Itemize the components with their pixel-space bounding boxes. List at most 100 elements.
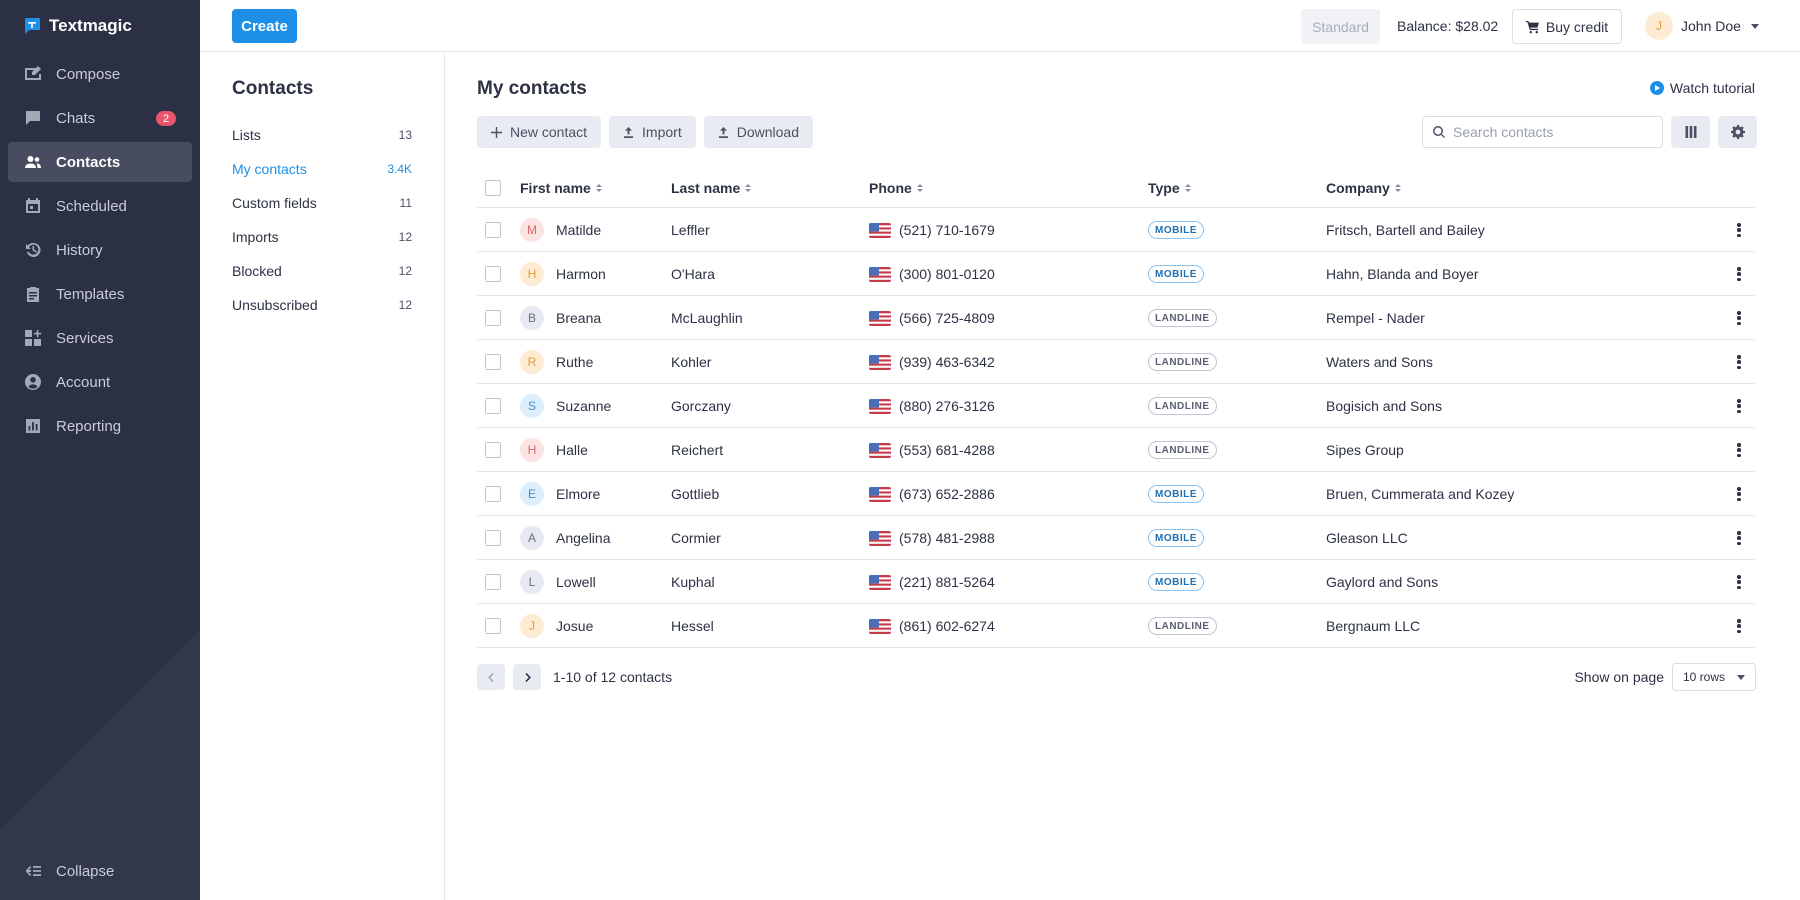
search-box[interactable] — [1422, 116, 1663, 148]
new-contact-label: New contact — [510, 124, 588, 140]
column-header-label: Company — [1326, 180, 1390, 196]
table-row[interactable]: H Harmon O'Hara (300) 801-0120 MOBILE Hahn, B… — [477, 252, 1755, 296]
row-checkbox[interactable] — [485, 530, 501, 546]
create-button[interactable]: Create — [232, 9, 297, 43]
sidebar-item-scheduled[interactable]: Scheduled — [8, 186, 192, 226]
avatar: S — [520, 394, 544, 418]
prev-page-button[interactable] — [477, 664, 505, 690]
subnav-item-imports[interactable]: Imports 12 — [232, 220, 412, 254]
row-checkbox[interactable] — [485, 310, 501, 326]
row-checkbox[interactable] — [485, 266, 501, 282]
phone-cell: (221) 881-5264 — [869, 560, 995, 604]
row-checkbox[interactable] — [485, 222, 501, 238]
phone-number: (861) 602-6274 — [899, 618, 995, 634]
table-body: M Matilde Leffler (521) 710-1679 MOBILE Frits… — [477, 208, 1755, 648]
table-row[interactable]: L Lowell Kuphal (221) 881-5264 MOBILE Gaylord… — [477, 560, 1755, 604]
more-actions-icon[interactable] — [1737, 619, 1741, 633]
subnav-item-unsubscribed[interactable]: Unsubscribed 12 — [232, 288, 412, 322]
type-cell: MOBILE — [1148, 560, 1204, 604]
settings-button[interactable] — [1718, 116, 1757, 148]
column-header-company[interactable]: Company — [1326, 168, 1401, 208]
more-actions-icon[interactable] — [1737, 443, 1741, 457]
first-name-cell: H Halle — [520, 428, 588, 472]
sidebar-item-reporting[interactable]: Reporting — [8, 406, 192, 446]
phone-number: (578) 481-2988 — [899, 530, 995, 546]
subnav-item-my-contacts[interactable]: My contacts 3.4K — [232, 152, 412, 186]
table-row[interactable]: A Angelina Cormier (578) 481-2988 MOBILE Glea… — [477, 516, 1755, 560]
select-all-checkbox[interactable] — [485, 180, 501, 196]
sidebar-item-history[interactable]: History — [8, 230, 192, 270]
more-actions-icon[interactable] — [1737, 399, 1741, 413]
sidebar-item-templates[interactable]: Templates — [8, 274, 192, 314]
last-name-cell: Reichert — [671, 442, 724, 458]
sidebar-item-label: Reporting — [56, 417, 122, 435]
textmagic-logo-icon — [25, 18, 40, 34]
sidebar-item-account[interactable]: Account — [8, 362, 192, 402]
table-row[interactable]: B Breana McLaughlin (566) 725-4809 LANDLINE R… — [477, 296, 1755, 340]
type-cell: LANDLINE — [1148, 428, 1217, 472]
row-checkbox[interactable] — [485, 618, 501, 634]
subnav-list: Lists 13 My contacts 3.4K Custom fields 11 … — [232, 118, 412, 322]
table-row[interactable]: M Matilde Leffler (521) 710-1679 MOBILE Frits… — [477, 208, 1755, 252]
phone-cell: (939) 463-6342 — [869, 340, 995, 384]
more-actions-icon[interactable] — [1737, 223, 1741, 237]
more-actions-icon[interactable] — [1737, 531, 1741, 545]
table-row[interactable]: R Ruthe Kohler (939) 463-6342 LANDLINE Waters… — [477, 340, 1755, 384]
more-actions-icon[interactable] — [1737, 311, 1741, 325]
download-button[interactable]: Download — [703, 116, 813, 148]
account-balance: Balance: $28.02 — [1397, 18, 1499, 34]
new-contact-button[interactable]: New contact — [477, 116, 602, 148]
import-button[interactable]: Import — [609, 116, 696, 148]
plan-badge: Standard — [1301, 9, 1380, 44]
table-row[interactable]: S Suzanne Gorczany (880) 276-3126 LANDLINE Bo… — [477, 384, 1755, 428]
row-checkbox[interactable] — [485, 486, 501, 502]
collapse-button[interactable]: Collapse — [24, 862, 114, 880]
phone-number: (566) 725-4809 — [899, 310, 995, 326]
avatar: H — [520, 438, 544, 462]
column-header-phone[interactable]: Phone — [869, 168, 923, 208]
more-actions-icon[interactable] — [1737, 575, 1741, 589]
next-page-button[interactable] — [513, 664, 541, 690]
brand[interactable]: Textmagic — [23, 14, 132, 38]
last-name-cell: McLaughlin — [671, 310, 743, 326]
us-flag-icon — [869, 574, 891, 590]
type-badge: LANDLINE — [1148, 441, 1217, 459]
buy-credit-button[interactable]: Buy credit — [1512, 9, 1622, 44]
company-cell: Sipes Group — [1326, 442, 1404, 458]
rows-per-page-select[interactable]: 10 rows — [1672, 663, 1756, 691]
row-checkbox[interactable] — [485, 354, 501, 370]
table-row[interactable]: J Josue Hessel (861) 602-6274 LANDLINE Bergna… — [477, 604, 1755, 648]
user-menu[interactable]: J John Doe — [1645, 12, 1759, 40]
column-header-first-name[interactable]: First name — [520, 168, 602, 208]
buy-credit-label: Buy credit — [1545, 18, 1609, 35]
rows-per-page-value: 10 rows — [1683, 670, 1726, 684]
first-name-cell: B Breana — [520, 296, 601, 340]
calendar-icon — [24, 197, 42, 215]
subnav-item-blocked[interactable]: Blocked 12 — [232, 254, 412, 288]
search-input[interactable] — [1453, 124, 1653, 140]
column-header-last-name[interactable]: Last name — [671, 168, 751, 208]
row-checkbox[interactable] — [485, 442, 501, 458]
play-icon — [1649, 81, 1664, 95]
table-row[interactable]: H Halle Reichert (553) 681-4288 LANDLINE Sipe… — [477, 428, 1755, 472]
sidebar-item-services[interactable]: Services — [8, 318, 192, 358]
column-header-type[interactable]: Type — [1148, 168, 1191, 208]
subnav-item-lists[interactable]: Lists 13 — [232, 118, 412, 152]
more-actions-icon[interactable] — [1737, 267, 1741, 281]
row-checkbox[interactable] — [485, 574, 501, 590]
watch-tutorial-label: Watch tutorial — [1669, 80, 1755, 96]
sidebar-item-contacts[interactable]: Contacts — [8, 142, 192, 182]
more-actions-icon[interactable] — [1737, 355, 1741, 369]
more-actions-icon[interactable] — [1737, 487, 1741, 501]
subnav-item-custom-fields[interactable]: Custom fields 11 — [232, 186, 412, 220]
row-checkbox[interactable] — [485, 398, 501, 414]
first-name: Josue — [556, 618, 594, 634]
table-row[interactable]: E Elmore Gottlieb (673) 652-2886 MOBILE Bruen… — [477, 472, 1755, 516]
first-name-cell: L Lowell — [520, 560, 596, 604]
columns-button[interactable] — [1671, 116, 1710, 148]
sidebar-item-chats[interactable]: Chats 2 — [8, 98, 192, 138]
watch-tutorial-link[interactable]: Watch tutorial — [1649, 80, 1755, 96]
sidebar-item-compose[interactable]: Compose — [8, 54, 192, 94]
column-header-label: Phone — [869, 180, 912, 196]
last-name-cell: Gorczany — [671, 398, 731, 414]
